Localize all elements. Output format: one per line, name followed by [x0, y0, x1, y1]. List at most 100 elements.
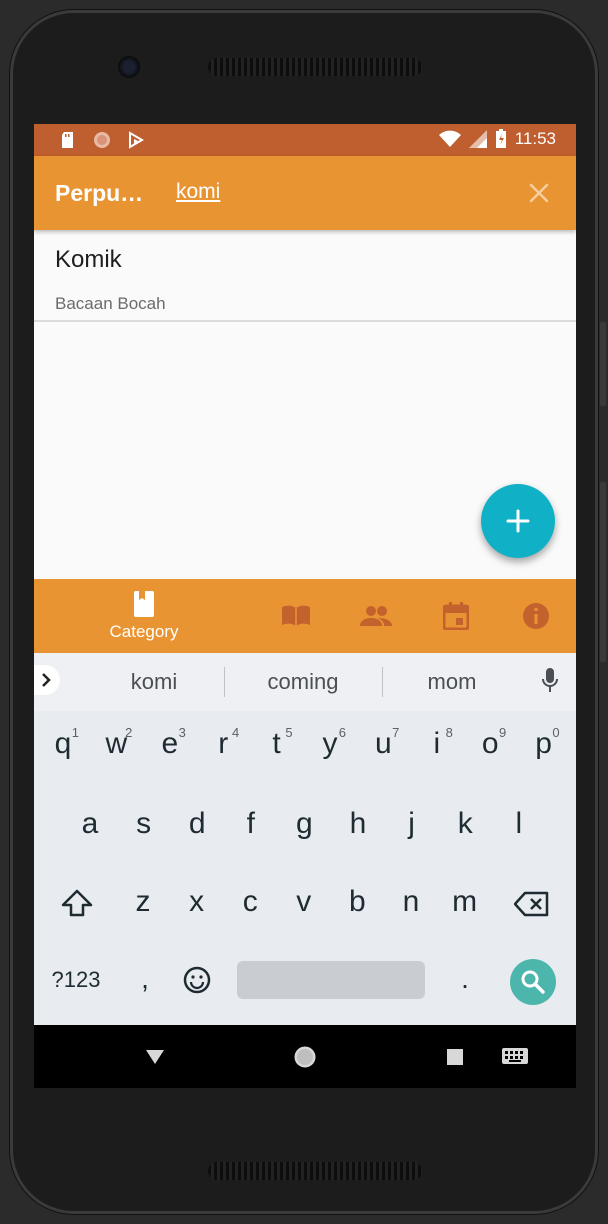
key-v[interactable]: v	[284, 885, 324, 919]
key-i-label: i	[433, 727, 441, 760]
key-z[interactable]: z	[123, 885, 163, 919]
wifi-icon	[438, 130, 461, 147]
key-j[interactable]: j	[392, 807, 432, 841]
backspace-icon[interactable]	[514, 891, 550, 917]
key-m[interactable]: m	[445, 885, 485, 919]
key-s[interactable]: s	[124, 807, 164, 841]
key-l[interactable]: l	[499, 807, 539, 841]
sd-card-icon	[62, 132, 73, 148]
key-i-number-hint: 8	[445, 725, 453, 740]
key-x-label: x	[189, 885, 205, 918]
key-o-number-hint: 9	[498, 725, 507, 740]
key-r-number-hint: 4	[231, 725, 240, 740]
status-bar: 11:53	[34, 124, 576, 156]
plus-icon	[506, 509, 530, 533]
key-r[interactable]: r4	[203, 725, 243, 761]
key-s-label: s	[136, 807, 152, 840]
open-book-icon	[282, 605, 310, 626]
key-v-label: v	[296, 885, 312, 918]
key-q-label: q	[54, 727, 72, 760]
key-p-number-hint: 0	[552, 725, 560, 740]
screen: 11:53 Perpu… komi Komik Bacaan Bocah Cat…	[34, 124, 576, 1088]
key-m-label: m	[452, 885, 478, 918]
key-c[interactable]: c	[230, 885, 270, 919]
app-title: Perpu…	[55, 180, 144, 206]
info-icon	[523, 603, 549, 629]
key-o-label: o	[481, 727, 499, 760]
close-icon[interactable]	[524, 178, 554, 208]
home-icon[interactable]	[292, 1044, 318, 1070]
comma-key[interactable]: ,	[130, 963, 160, 995]
period-key[interactable]: .	[450, 963, 480, 995]
key-l-label: l	[515, 807, 523, 840]
key-y[interactable]: y6	[310, 725, 350, 761]
key-d[interactable]: d	[177, 807, 217, 841]
key-i[interactable]: i8	[417, 725, 457, 761]
list-item-title: Komik	[55, 246, 122, 273]
nav-item-members[interactable]	[358, 579, 394, 653]
key-o[interactable]: o9	[470, 725, 510, 761]
clock: 11:53	[514, 129, 556, 148]
key-n-label: n	[402, 885, 420, 918]
key-j-label: j	[408, 807, 415, 840]
nav-item-loans[interactable]	[438, 579, 474, 653]
suggestion-3[interactable]: mom	[402, 669, 502, 695]
calendar-icon	[443, 602, 469, 630]
front-camera	[118, 56, 140, 78]
key-y-number-hint: 6	[338, 725, 346, 740]
divider	[382, 667, 383, 697]
list-item[interactable]: Komik Bacaan Bocah	[34, 230, 576, 322]
key-x[interactable]: x	[177, 885, 217, 919]
key-g[interactable]: g	[284, 807, 324, 841]
key-e-number-hint: 3	[178, 725, 186, 740]
nav-item-category[interactable]: Category	[94, 579, 194, 653]
key-u-label: u	[375, 727, 392, 760]
search-key[interactable]	[510, 959, 556, 1005]
key-a[interactable]: a	[70, 807, 110, 841]
list-item-subtitle: Bacaan Bocah	[55, 294, 166, 313]
key-t[interactable]: t5	[257, 725, 297, 761]
key-q-number-hint: 1	[71, 725, 79, 740]
suggestion-expand-button[interactable]	[34, 665, 60, 695]
key-q[interactable]: q1	[43, 725, 83, 761]
symbols-key[interactable]: ?123	[46, 967, 106, 993]
play-store-icon	[129, 131, 144, 149]
key-e-label: e	[161, 727, 179, 760]
key-h-label: h	[349, 807, 367, 840]
nav-item-books[interactable]	[278, 579, 314, 653]
space-key[interactable]	[237, 961, 425, 999]
suggestion-1[interactable]: komi	[104, 669, 204, 695]
key-y-label: y	[322, 727, 338, 760]
key-t-label: t	[272, 727, 281, 760]
key-b-label: b	[349, 885, 366, 918]
key-f-label: f	[246, 807, 255, 840]
suggestion-strip: komi coming mom	[34, 653, 576, 711]
nav-item-about[interactable]	[518, 579, 554, 653]
microphone-icon[interactable]	[540, 667, 560, 695]
emoji-icon[interactable]	[182, 965, 212, 995]
key-p[interactable]: p0	[524, 725, 564, 761]
key-h[interactable]: h	[338, 807, 378, 841]
keyboard-switch-icon[interactable]	[501, 1047, 529, 1067]
key-f[interactable]: f	[231, 807, 271, 841]
recents-icon[interactable]	[446, 1048, 464, 1066]
shift-icon[interactable]	[60, 888, 94, 918]
key-n[interactable]: n	[391, 885, 431, 919]
key-e[interactable]: e3	[150, 725, 190, 761]
key-k[interactable]: k	[445, 807, 485, 841]
key-b[interactable]: b	[337, 885, 377, 919]
key-d-label: d	[188, 807, 206, 840]
nav-item-label: Category	[109, 622, 179, 641]
people-icon	[360, 606, 392, 626]
back-icon[interactable]	[145, 1049, 165, 1065]
suggestion-2[interactable]: coming	[253, 669, 353, 695]
key-w[interactable]: w2	[96, 725, 136, 761]
signal-icon	[468, 130, 487, 148]
key-z-label: z	[135, 885, 151, 918]
add-button[interactable]	[481, 484, 555, 558]
key-r-label: r	[218, 727, 229, 760]
key-w-label: w	[105, 727, 128, 760]
search-input[interactable]: komi	[176, 180, 220, 204]
key-u[interactable]: u7	[363, 725, 403, 761]
volume-button	[600, 482, 606, 662]
